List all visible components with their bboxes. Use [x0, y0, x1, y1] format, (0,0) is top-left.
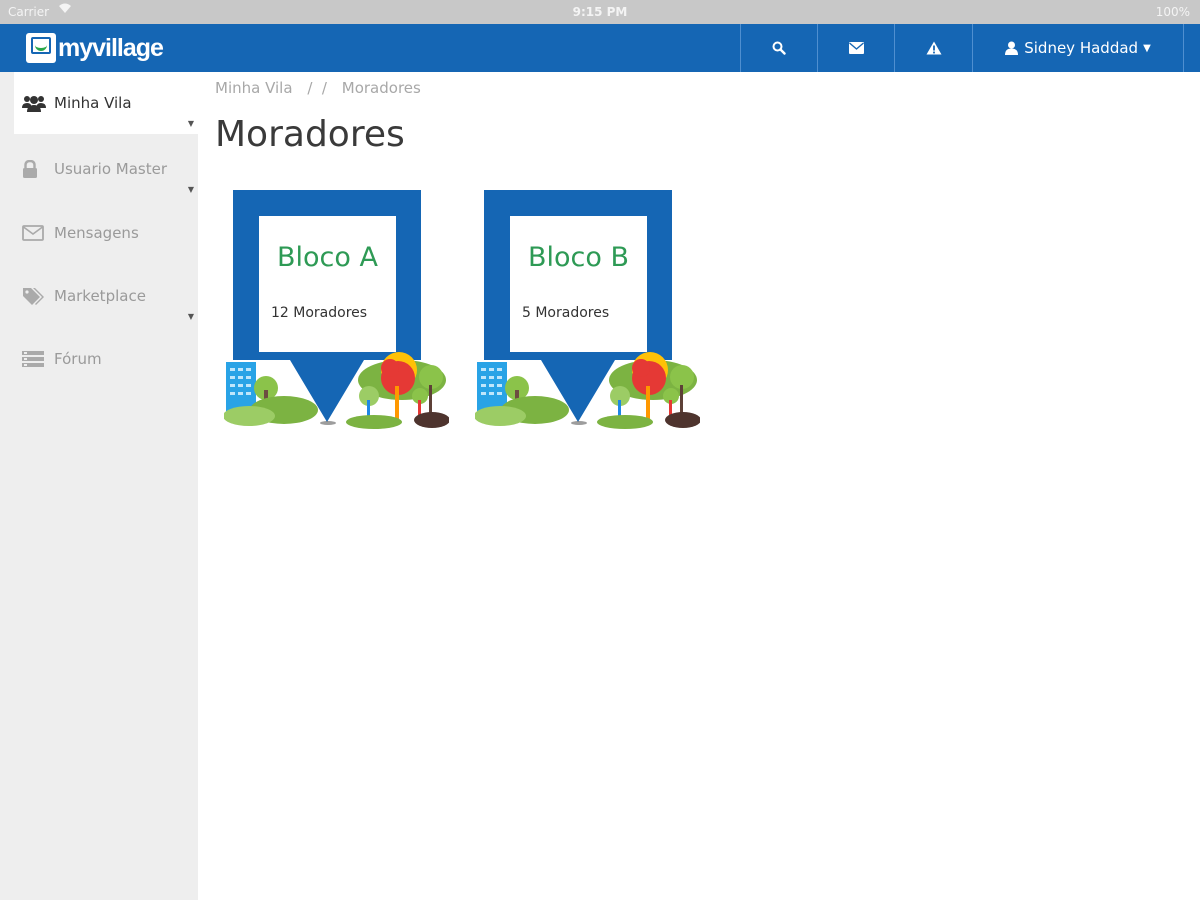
block-card[interactable]: Bloco A 12 Moradores [224, 190, 449, 430]
sidebar-item-label: Mensagens [54, 224, 139, 242]
warning-icon [926, 41, 941, 55]
user-name: Sidney Haddad [1024, 39, 1139, 57]
caret-down-icon: ▼ [187, 312, 194, 321]
sidebar-item-label: Fórum [54, 350, 102, 368]
breadcrumb-current: Moradores [341, 79, 421, 97]
caret-down-icon: ▼ [187, 119, 194, 128]
logo[interactable]: myvillage [26, 30, 164, 66]
block-card-resident-count: 12 Moradores [271, 305, 368, 321]
block-card-panel: Bloco B 5 Moradores [510, 216, 647, 352]
messages-button[interactable] [817, 24, 894, 72]
sidebar-item-mensagens[interactable]: Mensagens [14, 202, 198, 264]
page-title: Moradores [215, 114, 405, 155]
envelope-icon [22, 225, 50, 241]
sidebar-item-label: Marketplace [54, 287, 146, 305]
block-card-title: Bloco B [527, 242, 629, 273]
logo-mark [26, 33, 56, 63]
sidebar-item-forum[interactable]: Fórum [14, 328, 198, 390]
block-card-resident-count: 5 Moradores [522, 305, 610, 321]
sidebar-item-usuario-master[interactable]: Usuario Master ▼ [14, 138, 198, 200]
search-icon [772, 41, 786, 55]
user-menu-button[interactable]: Sidney Haddad ▼ [972, 24, 1183, 72]
sidebar-item-label: Minha Vila [54, 94, 132, 112]
top-navbar: myvillage Sidney Haddad ▼ [0, 24, 1200, 72]
tags-icon [22, 287, 50, 305]
breadcrumb-link-minha-vila[interactable]: Minha Vila [215, 79, 293, 97]
user-icon [1005, 41, 1019, 55]
status-bar: Carrier 9:15 PM 100% [0, 0, 1200, 24]
block-card-title: Bloco A [277, 242, 378, 273]
breadcrumb: Minha Vila / / Moradores [215, 79, 421, 97]
sidebar-item-minha-vila[interactable]: Minha Vila ▼ [14, 72, 198, 134]
users-icon [22, 94, 50, 112]
block-card[interactable]: Bloco B 5 Moradores [475, 190, 700, 430]
block-card-panel: Bloco A 12 Moradores [259, 216, 396, 352]
logo-text: myvillage [58, 33, 164, 62]
sidebar: Minha Vila ▼ Usuario Master ▼ Mensagens [0, 72, 198, 900]
battery-label: 100% [1155, 5, 1190, 19]
search-button[interactable] [740, 24, 817, 72]
sidebar-item-marketplace[interactable]: Marketplace ▼ [14, 265, 198, 327]
alerts-button[interactable] [894, 24, 972, 72]
sidebar-item-label: Usuario Master [54, 160, 167, 178]
lock-icon [22, 160, 50, 178]
breadcrumb-separator: / / [307, 79, 327, 97]
status-time: 9:15 PM [572, 5, 628, 19]
list-icon [22, 350, 50, 368]
navbar-divider [1183, 24, 1184, 72]
caret-down-icon: ▼ [187, 185, 194, 194]
envelope-icon [848, 42, 864, 54]
chevron-down-icon: ▼ [1143, 42, 1151, 54]
